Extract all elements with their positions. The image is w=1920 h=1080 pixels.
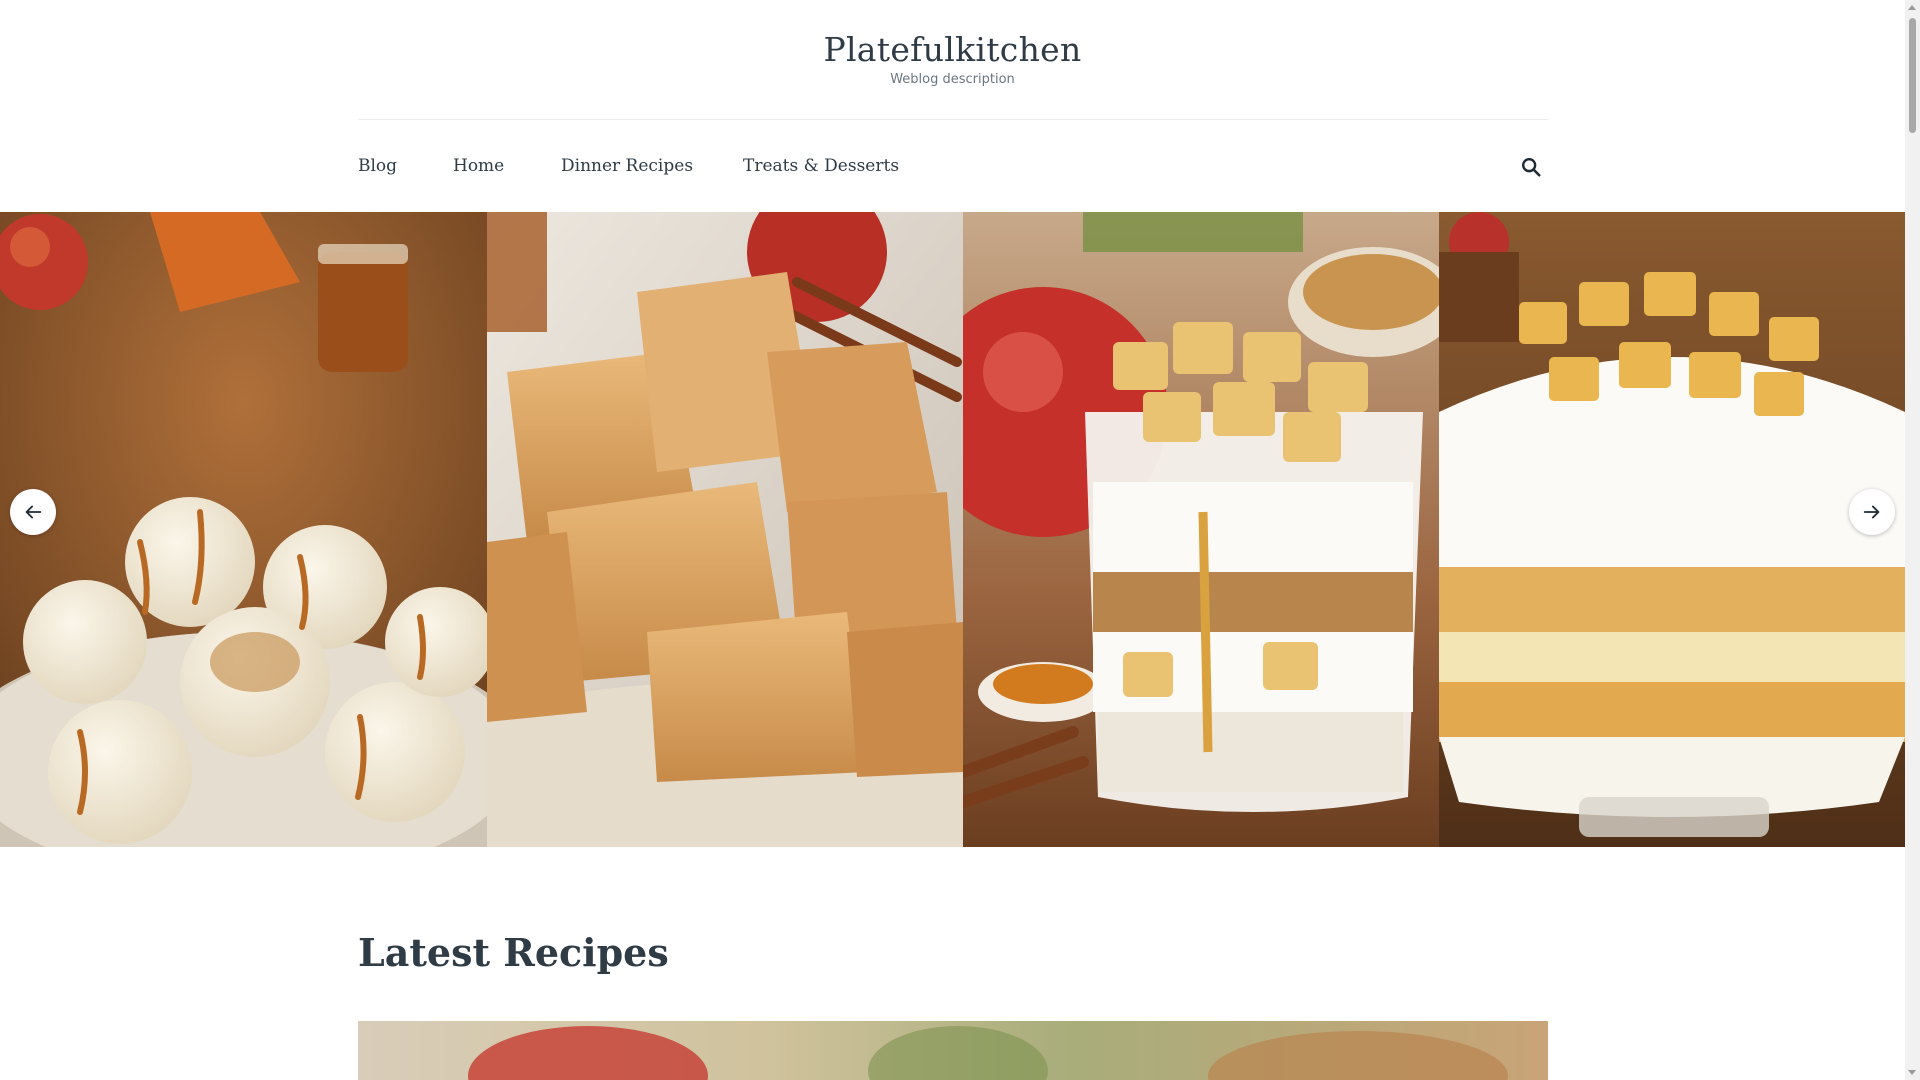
slide-fudge[interactable] [487,212,963,847]
page-scrollbar[interactable] [1905,0,1920,1080]
page: Platefulkitchen Weblog description Blog … [0,0,1905,1080]
nav-item-home[interactable]: Home [453,156,504,176]
search-button[interactable] [1514,150,1548,184]
slide-image [963,212,1439,847]
latest-recipe-image[interactable] [358,1021,1548,1080]
recipe-slider [0,212,1905,847]
header-divider [358,119,1548,120]
slider-prev-button[interactable] [10,489,56,535]
main-nav: Blog Home Dinner Recipes Treats & Desser… [358,150,1548,184]
latest-recipes-heading: Latest Recipes [358,930,669,975]
nav-item-dinner-recipes[interactable]: Dinner Recipes [561,156,693,176]
slide-truffles[interactable] [0,212,487,847]
slide-parfait[interactable] [963,212,1439,847]
scroll-thumb[interactable] [1909,18,1916,133]
scroll-up-icon[interactable] [1908,5,1916,10]
scroll-down-icon[interactable] [1908,1070,1916,1075]
recipe-thumbnail [358,1021,1548,1080]
search-icon [1522,158,1541,177]
nav-item-blog[interactable]: Blog [358,156,397,176]
site-title[interactable]: Platefulkitchen [0,30,1905,69]
slide-image [0,212,487,847]
nav-item-treats-desserts[interactable]: Treats & Desserts [743,156,899,176]
slide-trifle[interactable] [1439,212,1905,847]
slider-next-button[interactable] [1849,489,1895,535]
site-description: Weblog description [890,72,1015,87]
arrow-right-icon [1863,505,1880,519]
site-header: Platefulkitchen Weblog description [0,0,1905,120]
slide-image [1439,212,1905,847]
arrow-left-icon [25,505,42,519]
slide-image [487,212,963,847]
